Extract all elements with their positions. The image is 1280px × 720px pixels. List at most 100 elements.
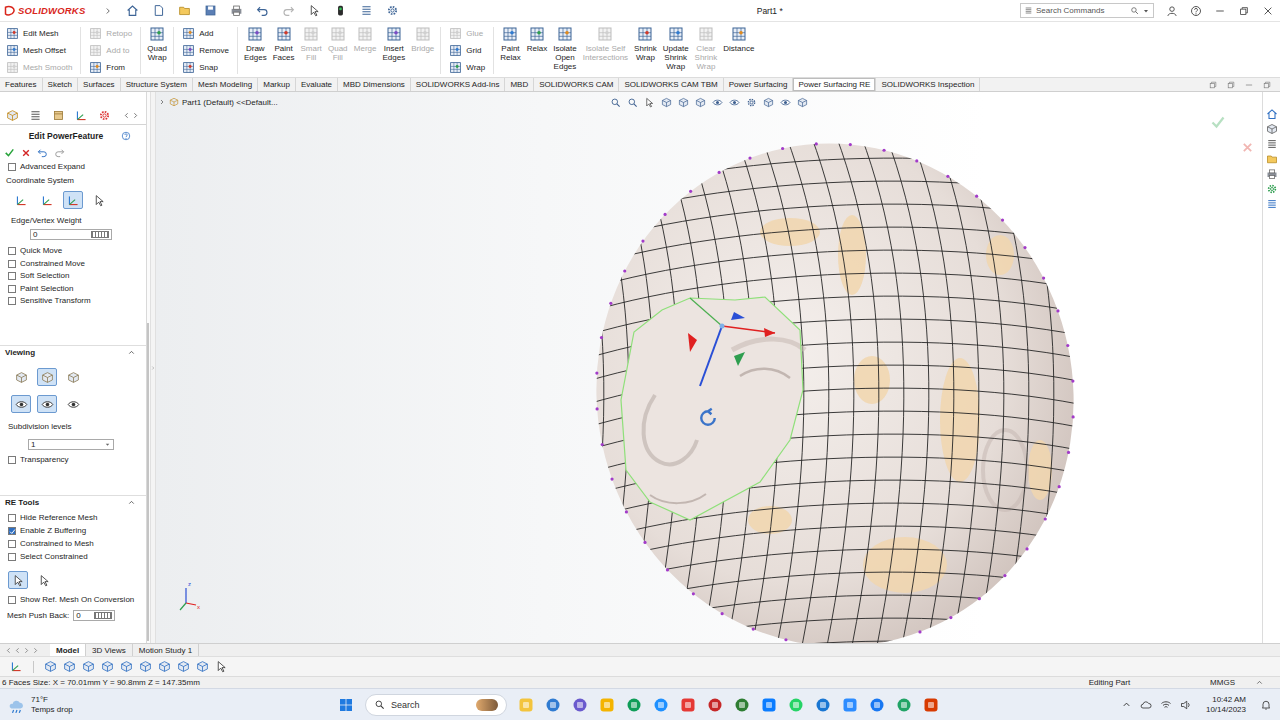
checkbox[interactable] — [8, 540, 16, 548]
model-tab[interactable]: Model — [50, 644, 86, 656]
app-icon[interactable] — [869, 697, 885, 713]
app-icon[interactable] — [788, 697, 804, 713]
ribbon-button[interactable]: Merge — [352, 24, 379, 55]
ribbon-button[interactable]: Mesh Offset — [4, 42, 74, 58]
ribbon-button[interactable]: Edit Mesh — [4, 25, 74, 41]
spin-slider[interactable] — [94, 612, 112, 619]
app-icon[interactable] — [626, 697, 642, 713]
property-manager-icon[interactable] — [29, 109, 42, 122]
checkbox[interactable] — [8, 285, 16, 293]
doc-minimize-icon[interactable] — [1244, 80, 1254, 90]
ribbon-tab[interactable]: Markup — [258, 78, 296, 91]
app-icon[interactable] — [923, 697, 939, 713]
help-icon[interactable] — [121, 131, 131, 141]
ribbon-button[interactable]: PaintFaces — [271, 24, 297, 64]
restore-icon[interactable] — [1238, 5, 1250, 17]
ribbon-button[interactable]: Retopo — [87, 25, 134, 41]
checkbox[interactable] — [8, 527, 16, 535]
app-icon[interactable] — [734, 697, 750, 713]
resources-icon[interactable] — [1266, 108, 1278, 120]
ribbon-tab[interactable]: Structure System — [121, 78, 193, 91]
option-checkbox-row[interactable]: Paint Selection — [0, 284, 146, 294]
rotate-handle-icon[interactable] — [701, 409, 715, 425]
ribbon-button[interactable]: PaintRelax — [498, 24, 522, 64]
ribbon-tab[interactable]: Power Surfacing RE — [793, 78, 876, 91]
option-checkbox-row[interactable]: Soft Selection — [0, 271, 146, 281]
transform-gizmo[interactable] — [688, 298, 775, 386]
view-tool-icon[interactable] — [763, 97, 774, 108]
redo-icon[interactable] — [282, 4, 295, 17]
standard-view-icon[interactable] — [139, 660, 152, 673]
standard-view-icon[interactable] — [101, 660, 114, 673]
checkbox[interactable] — [8, 260, 16, 268]
model-tab[interactable]: Motion Study 1 — [133, 644, 199, 656]
ribbon-button[interactable]: UpdateShrinkWrap — [661, 24, 691, 73]
model-tab[interactable]: 3D Views — [86, 644, 133, 656]
configuration-icon[interactable] — [52, 109, 65, 122]
volume-icon[interactable] — [1180, 699, 1192, 711]
ribbon-button[interactable]: IsolateOpenEdges — [551, 24, 579, 73]
checkbox[interactable] — [8, 272, 16, 280]
spin-slider[interactable] — [91, 231, 109, 238]
scroll-left-icon[interactable] — [122, 111, 131, 120]
view-tool-icon[interactable] — [627, 97, 638, 108]
file-explorer-icon[interactable] — [1266, 138, 1278, 150]
appearances-icon[interactable] — [1266, 183, 1278, 195]
scroll-right-icon[interactable] — [131, 111, 140, 120]
notifications-icon[interactable] — [1260, 699, 1272, 711]
app-icon[interactable] — [599, 697, 615, 713]
ribbon-button[interactable]: Add — [180, 25, 231, 41]
ribbon-button[interactable]: Mesh Smooth — [4, 59, 74, 75]
ribbon-button[interactable]: Glue — [447, 25, 487, 41]
head-mesh[interactable] — [550, 99, 1120, 643]
ribbon-tab[interactable]: Surfaces — [78, 78, 121, 91]
app-icon[interactable] — [896, 697, 912, 713]
design-library-icon[interactable] — [1266, 123, 1278, 135]
cancel-icon[interactable] — [21, 148, 31, 158]
mode-button[interactable] — [11, 191, 31, 209]
push-back-field[interactable]: 0 — [73, 610, 115, 621]
view-tool-icon[interactable] — [610, 97, 621, 108]
mode-button[interactable] — [63, 191, 83, 209]
custom-properties-icon[interactable] — [1266, 198, 1278, 210]
viewing-header[interactable]: Viewing — [0, 345, 146, 359]
option-checkbox-row[interactable]: Constrained to Mesh — [0, 539, 146, 549]
ribbon-button[interactable]: Snap — [180, 59, 231, 75]
option-checkbox-row[interactable]: Show Ref. Mesh On Conversion — [0, 595, 146, 605]
ribbon-tab[interactable]: Power Surfacing — [724, 78, 794, 91]
ribbon-button[interactable]: Bridge — [409, 24, 436, 55]
view-palette-icon[interactable] — [1266, 168, 1278, 180]
view-tool-icon[interactable] — [797, 97, 808, 108]
hidden-icons-icon[interactable] — [1121, 699, 1132, 710]
ribbon-button[interactable]: QuadFill — [326, 24, 350, 64]
start-icon[interactable] — [338, 697, 354, 713]
ribbon-tab[interactable]: MBD — [505, 78, 534, 91]
ribbon-tab[interactable]: SOLIDWORKS CAM TBM — [619, 78, 723, 91]
mode-button[interactable] — [8, 571, 28, 589]
ribbon-button[interactable]: Remove — [180, 42, 231, 58]
checkbox[interactable] — [8, 456, 16, 464]
units-menu-icon[interactable] — [1255, 678, 1264, 687]
app-icon[interactable] — [842, 697, 858, 713]
appearance-icon[interactable] — [98, 109, 111, 122]
checkbox[interactable] — [8, 247, 16, 255]
clock[interactable]: 10:42 AM10/14/2023 — [1206, 695, 1246, 715]
help-icon[interactable] — [1190, 5, 1202, 17]
file-properties-icon[interactable] — [360, 4, 373, 17]
cascade-icon[interactable] — [1226, 80, 1236, 90]
view-tool-icon[interactable] — [729, 97, 740, 108]
option-checkbox-row[interactable]: Sensitive Transform — [0, 296, 146, 306]
minimize-icon[interactable] — [1214, 5, 1226, 17]
ribbon-button[interactable]: DrawEdges — [242, 24, 269, 64]
ribbon-button[interactable]: Isolate SelfIntersections — [581, 24, 630, 64]
ribbon-button[interactable]: ShrinkWrap — [632, 24, 659, 64]
search-commands[interactable]: Search Commands — [1020, 3, 1154, 18]
mode-button[interactable] — [11, 368, 31, 386]
weather-widget[interactable]: 71°FTemps drop — [8, 695, 338, 715]
ribbon-button[interactable]: InsertEdges — [380, 24, 407, 64]
mode-button[interactable] — [11, 395, 31, 413]
checkbox[interactable] — [8, 553, 16, 561]
app-icon[interactable] — [518, 697, 534, 713]
ribbon-tab[interactable]: Features — [0, 78, 43, 91]
home-icon[interactable] — [126, 4, 139, 17]
